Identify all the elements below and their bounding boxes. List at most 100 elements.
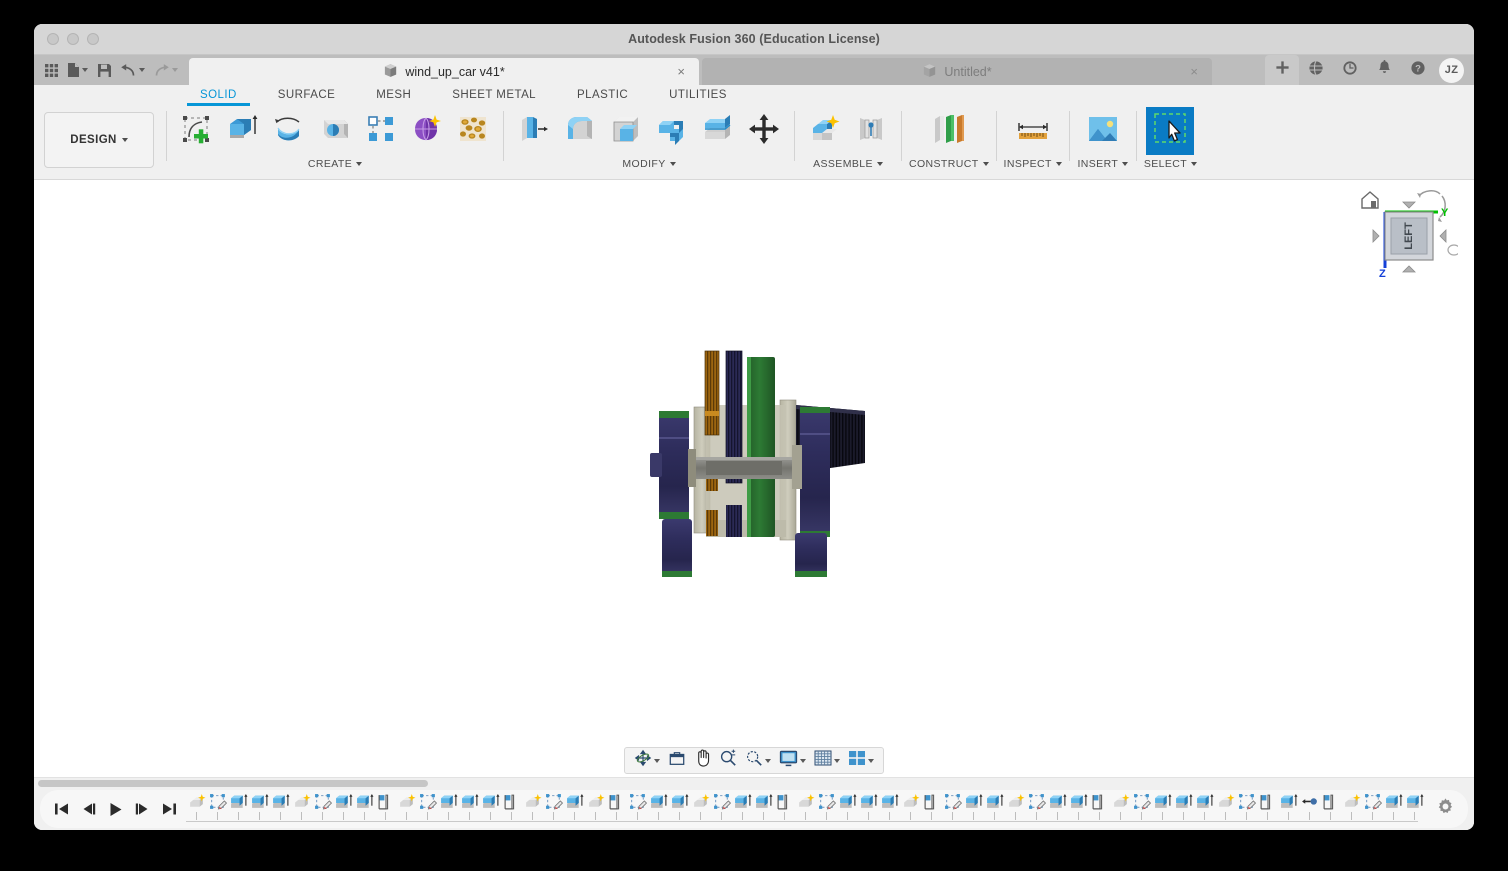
job-status-button[interactable] [1333,55,1367,85]
tab-solid[interactable]: SOLID [187,89,250,106]
ribbon-group-label[interactable]: CREATE [308,158,363,170]
timeline-feature-extrude[interactable] [354,790,375,822]
play-button[interactable] [106,798,124,820]
timeline-feature-extrude[interactable] [1383,790,1404,822]
look-at-button[interactable] [664,748,690,773]
timeline-feature-sketch[interactable] [207,790,228,822]
timeline-feature-extrude[interactable] [858,790,879,822]
timeline-feature-extrude[interactable] [732,790,753,822]
timeline-feature-component[interactable] [396,790,417,822]
move-copy-button[interactable] [741,107,787,155]
timeline-feature-extrude[interactable] [1425,790,1428,822]
new-file-button[interactable] [64,57,91,83]
offset-face-button[interactable] [695,107,741,155]
select-tool-button[interactable] [1146,107,1195,155]
workspace-switcher-button[interactable]: DESIGN [44,112,154,168]
timeline-feature-component[interactable] [900,790,921,822]
create-form-button[interactable] [404,107,450,155]
shell-button[interactable] [603,107,649,155]
timeline-feature-plane[interactable] [606,790,627,822]
timeline-feature-extrude[interactable] [249,790,270,822]
timeline-feature-extrude[interactable] [1047,790,1068,822]
orbit-button[interactable] [630,748,664,773]
timeline-feature-component[interactable] [1215,790,1236,822]
measure-button[interactable] [1007,107,1059,155]
timeline-feature-extrude[interactable] [1278,790,1299,822]
undo-button[interactable] [117,57,148,83]
timeline-feature-component[interactable] [795,790,816,822]
timeline-feature-extrude[interactable] [480,790,501,822]
viewports-button[interactable] [844,748,878,773]
timeline-feature-component[interactable] [186,790,207,822]
timeline-feature-plane[interactable] [774,790,795,822]
timeline-feature-plane[interactable] [1320,790,1341,822]
create-sketch-button[interactable] [174,107,220,155]
timeline-feature-component[interactable] [522,790,543,822]
redo-button[interactable] [150,57,181,83]
timeline-feature-component[interactable] [1005,790,1026,822]
timeline-feature-extrude[interactable] [333,790,354,822]
3d-viewport[interactable]: Y Z LEFT [34,179,1474,788]
notifications-button[interactable] [1367,55,1401,85]
generative-design-button[interactable] [450,107,496,155]
ribbon-group-label[interactable]: SELECT [1144,158,1198,170]
timeline-feature-sketch[interactable] [543,790,564,822]
go-to-end-button[interactable] [160,798,178,820]
ribbon-group-label[interactable]: MODIFY [622,158,676,170]
ribbon-group-label[interactable]: INSERT [1077,158,1129,170]
timeline-feature-joint[interactable] [1299,790,1320,822]
timeline-feature-plane[interactable] [1257,790,1278,822]
joint-button[interactable] [848,107,894,155]
close-tab-icon[interactable]: × [1190,64,1198,79]
save-button[interactable] [93,57,115,83]
model-wind-up-car[interactable] [650,345,880,595]
scrollbar-thumb[interactable] [38,780,428,787]
timeline-feature-sketch[interactable] [816,790,837,822]
timeline-feature-sketch[interactable] [942,790,963,822]
canvas-horizontal-scrollbar[interactable] [34,777,1474,788]
timeline-feature-sketch[interactable] [1362,790,1383,822]
timeline-feature-extrude[interactable] [963,790,984,822]
timeline-feature-extrude[interactable] [669,790,690,822]
timeline-feature-sketch[interactable] [1236,790,1257,822]
close-tab-icon[interactable]: × [677,64,685,79]
timeline-feature-extrude[interactable] [1152,790,1173,822]
pattern-button[interactable] [358,107,404,155]
app-grid-button[interactable] [40,57,62,83]
timeline-feature-plane[interactable] [1089,790,1110,822]
timeline-feature-component[interactable] [585,790,606,822]
step-back-button[interactable] [79,798,97,820]
timeline-feature-extrude[interactable] [1404,790,1425,822]
view-cube[interactable]: Y Z LEFT [1358,182,1461,287]
combine-button[interactable] [649,107,695,155]
zoom-button[interactable] [715,748,741,773]
document-tab-active[interactable]: wind_up_car v41* × [189,58,699,85]
press-pull-button[interactable] [511,107,557,155]
timeline-feature-extrude[interactable] [837,790,858,822]
timeline-feature-sketch[interactable] [1026,790,1047,822]
timeline-feature-extrude[interactable] [438,790,459,822]
insert-decal-button[interactable] [1077,107,1129,155]
timeline-feature-sketch[interactable] [711,790,732,822]
avatar[interactable]: JZ [1439,57,1464,83]
timeline-feature-list[interactable] [178,790,1428,828]
timeline-feature-sketch[interactable] [417,790,438,822]
help-button[interactable]: ? [1401,55,1435,85]
timeline-feature-sketch[interactable] [1131,790,1152,822]
tab-mesh[interactable]: MESH [376,89,411,104]
timeline-feature-extrude[interactable] [228,790,249,822]
extrude-button[interactable] [220,107,266,155]
display-settings-button[interactable] [775,748,810,773]
revolve-button[interactable] [266,107,312,155]
timeline-feature-component[interactable] [1341,790,1362,822]
timeline-feature-component[interactable] [690,790,711,822]
timeline-feature-extrude[interactable] [984,790,1005,822]
tab-sheet-metal[interactable]: SHEET METAL [452,89,536,104]
timeline-feature-extrude[interactable] [459,790,480,822]
timeline-feature-extrude[interactable] [879,790,900,822]
offset-plane-button[interactable] [923,107,975,155]
add-tab-button[interactable] [1265,55,1299,85]
timeline-feature-component[interactable] [1110,790,1131,822]
timeline-feature-plane[interactable] [921,790,942,822]
timeline-feature-extrude[interactable] [1068,790,1089,822]
